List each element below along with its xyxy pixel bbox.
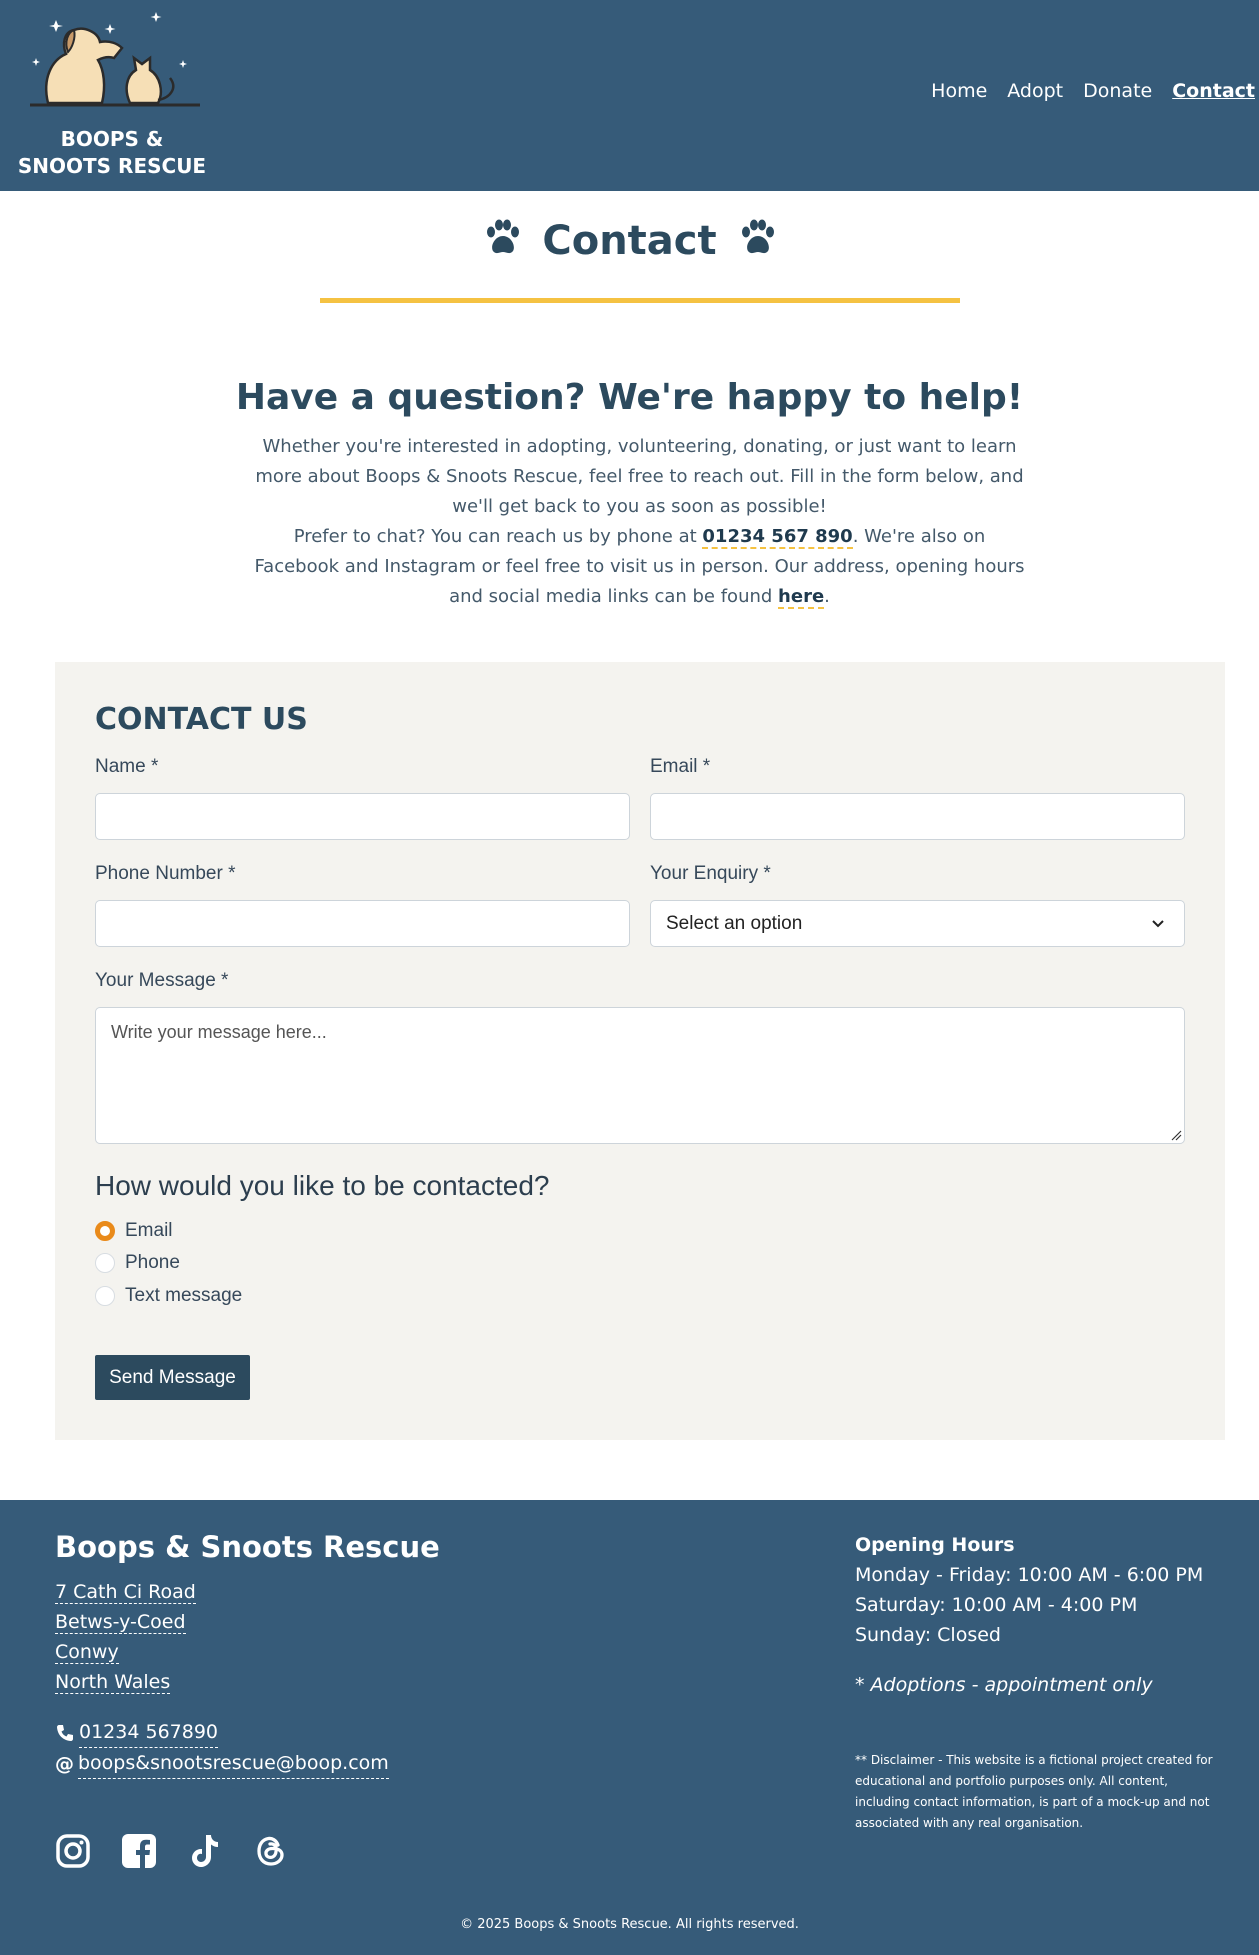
at-icon: @ — [55, 1752, 74, 1775]
hours-saturday: Saturday: 10:00 AM - 4:00 PM — [855, 1594, 1138, 1616]
phone-input[interactable] — [95, 900, 630, 947]
address-line-4[interactable]: North Wales — [55, 1671, 171, 1694]
hours-sunday: Sunday: Closed — [855, 1624, 1001, 1646]
page-title: Contact — [542, 218, 717, 264]
facebook-icon[interactable] — [121, 1833, 157, 1869]
footer-contact: 01234 567890 @ boops&snootsrescue@boop.c… — [55, 1717, 389, 1779]
main-nav: Home Adopt Donate Contact — [931, 80, 1255, 102]
dog-cat-logo-icon — [30, 12, 200, 107]
address-line-2[interactable]: Betws-y-Coed — [55, 1611, 186, 1634]
phone-link[interactable]: 01234 567 890 — [702, 526, 853, 549]
enquiry-label: Your Enquiry * — [650, 863, 771, 884]
site-footer: Boops & Snoots Rescue 7 Cath Ci Road Bet… — [0, 1500, 1259, 1955]
chevron-down-icon — [1152, 920, 1164, 928]
form-title: CONTACT US — [95, 702, 308, 737]
name-input[interactable] — [95, 793, 630, 840]
intro-paragraph-1: Whether you're interested in adopting, v… — [255, 436, 1024, 517]
radio-email-option[interactable]: Email — [95, 1220, 173, 1242]
radio-email[interactable] — [95, 1221, 115, 1241]
radio-phone-option[interactable]: Phone — [95, 1252, 180, 1274]
phone-icon — [57, 1724, 73, 1741]
contact-method-question: How would you like to be contacted? — [95, 1170, 550, 1201]
message-placeholder: Write your message here... — [111, 1022, 327, 1042]
hours-weekdays: Monday - Friday: 10:00 AM - 6:00 PM — [855, 1564, 1204, 1586]
intro-paragraph-2-start: Prefer to chat? You can reach us by phon… — [293, 526, 703, 547]
radio-text[interactable] — [95, 1286, 115, 1306]
message-label: Your Message * — [95, 970, 229, 991]
message-textarea[interactable]: Write your message here... — [95, 1007, 1185, 1144]
nav-donate[interactable]: Donate — [1083, 80, 1152, 102]
address-line-1[interactable]: 7 Cath Ci Road — [55, 1581, 196, 1604]
hours-title: Opening Hours — [855, 1534, 1015, 1556]
nav-contact[interactable]: Contact — [1172, 80, 1255, 102]
site-logo[interactable]: BOOPS & SNOOTS RESCUE — [14, 8, 210, 178]
contact-form: CONTACT US Name * Email * Phone Number *… — [55, 662, 1225, 1440]
address-line-3[interactable]: Conwy — [55, 1641, 119, 1664]
footer-phone-link[interactable]: 01234 567890 — [79, 1717, 219, 1748]
disclaimer: ** Disclaimer - This website is a fictio… — [855, 1753, 1213, 1830]
enquiry-select[interactable]: Select an option — [650, 900, 1185, 947]
intro-paragraph-2-end: . — [824, 586, 830, 607]
instagram-icon[interactable] — [55, 1833, 91, 1869]
enquiry-select-value: Select an option — [666, 912, 803, 934]
nav-adopt[interactable]: Adopt — [1007, 80, 1063, 102]
here-link[interactable]: here — [778, 586, 825, 609]
email-label: Email * — [650, 756, 711, 777]
radio-phone-label: Phone — [125, 1252, 180, 1273]
brand-name: BOOPS & SNOOTS RESCUE — [17, 127, 207, 178]
radio-email-label: Email — [125, 1220, 173, 1241]
send-message-button[interactable]: Send Message — [95, 1355, 250, 1400]
radio-text-label: Text message — [125, 1285, 243, 1306]
opening-hours: Opening Hours Monday - Friday: 10:00 AM … — [855, 1530, 1203, 1700]
tiktok-icon[interactable] — [187, 1833, 223, 1869]
nav-home[interactable]: Home — [931, 80, 987, 102]
page-title-row: Contact — [0, 218, 1259, 268]
paw-icon — [737, 218, 777, 268]
copyright: © 2025 Boops & Snoots Rescue. All rights… — [460, 1917, 799, 1932]
resize-grip-icon[interactable] — [1170, 1129, 1182, 1141]
site-header: BOOPS & SNOOTS RESCUE Home Adopt Donate … — [0, 0, 1259, 191]
social-links — [55, 1833, 289, 1869]
title-divider — [320, 298, 960, 303]
footer-email-link[interactable]: boops&snootsrescue@boop.com — [78, 1748, 389, 1779]
phone-label: Phone Number * — [95, 863, 236, 884]
email-input[interactable] — [650, 793, 1185, 840]
appointment-note: * Adoptions - appointment only — [855, 1674, 1153, 1696]
paw-icon — [482, 218, 522, 268]
name-label: Name * — [95, 756, 159, 777]
intro-text: Whether you're interested in adopting, v… — [252, 432, 1027, 612]
footer-address: 7 Cath Ci Road Betws-y-Coed Conwy North … — [55, 1577, 196, 1697]
intro-heading: Have a question? We're happy to help! — [235, 377, 1024, 418]
radio-phone[interactable] — [95, 1253, 115, 1273]
radio-text-option[interactable]: Text message — [95, 1285, 242, 1307]
threads-icon[interactable] — [253, 1833, 289, 1869]
footer-org-name: Boops & Snoots Rescue — [55, 1530, 440, 1564]
